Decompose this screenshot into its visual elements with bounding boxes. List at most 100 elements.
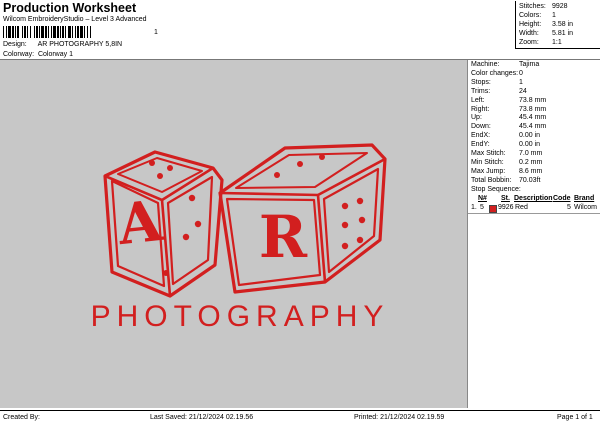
stop-sequence-row: 1. 5 9926 Red 5 Wilcom — [468, 204, 600, 213]
info-label: Machine: — [471, 61, 500, 68]
info-label: Down: — [471, 123, 491, 131]
stat-value: 3.58 in — [552, 21, 574, 28]
design-preview: A R PHOTOGRAPHY — [0, 60, 468, 408]
stats-box: Stitches: 9928 Colors: 1 Height: 3.58 in Wi… — [515, 1, 600, 49]
barcode-bar — [84, 26, 85, 38]
footer: Created By: Last Saved: 21/12/2024 02.19… — [0, 410, 600, 425]
info-row: Trims: 24 — [471, 87, 527, 95]
stop-sequence-title: Stop Sequence: — [471, 186, 521, 193]
info-label: EndY: — [471, 141, 490, 149]
info-value: 73.8 mm — [519, 105, 547, 113]
col-description: Description — [514, 195, 553, 202]
barcode-bar — [17, 26, 19, 38]
colorway-row: Colorway: Colorway 1 — [3, 51, 73, 58]
barcode-bar — [24, 26, 26, 38]
info-value: Tajima — [519, 61, 540, 68]
barcode-bar — [22, 26, 23, 38]
barcode-bar — [15, 26, 16, 38]
barcode-bar — [65, 26, 66, 38]
info-row: Right: 73.8 mm — [471, 105, 546, 113]
barcode-bar — [36, 26, 38, 38]
barcode-bar — [12, 26, 14, 38]
barcode-bar — [60, 26, 61, 38]
barcode-bar — [53, 26, 56, 38]
stat-label: Width: — [519, 30, 539, 37]
barcode-bar — [80, 26, 83, 38]
col-brand: Brand — [574, 195, 595, 202]
worksheet-title: Production Worksheet — [3, 1, 137, 15]
barcode-bar — [72, 26, 73, 38]
info-label: Up: — [471, 114, 482, 122]
barcode-bar — [62, 26, 64, 38]
info-value: 73.8 mm — [519, 96, 547, 104]
info-label: Left: — [471, 96, 485, 104]
info-row: Down: 45.4 mm — [471, 123, 546, 131]
info-value: 0 — [519, 69, 523, 77]
stat-zoom: Zoom: 1:1 — [519, 39, 599, 46]
info-value: 0.00 in — [519, 141, 541, 149]
barcode-bar — [90, 26, 91, 38]
barcode-bar — [30, 26, 31, 38]
row-st: 9926 — [498, 204, 514, 211]
design-label: Design: — [3, 41, 27, 48]
info-row: Total Bobbin: 70.03ft — [471, 177, 540, 184]
stat-value: 5.81 in — [552, 30, 574, 37]
info-value: 24 — [519, 87, 527, 95]
info-value: 0.00 in — [519, 132, 541, 140]
info-label: Max Jump: — [471, 167, 506, 175]
info-label: EndX: — [471, 132, 491, 140]
barcode-bar — [87, 26, 88, 38]
row-n: 5 — [480, 204, 484, 211]
info-row: EndY: 0.00 in — [471, 141, 540, 149]
info-label: Trims: — [471, 87, 491, 95]
col-st: St. — [501, 195, 510, 202]
info-row: EndX: 0.00 in — [471, 132, 540, 140]
row-description: Red — [515, 204, 528, 211]
machine-info-panel: Machine: Tajima Color changes: 0 Stops: 1 Trim… — [468, 60, 600, 408]
barcode-bar — [48, 26, 49, 38]
info-row: Machine: Tajima — [471, 61, 539, 68]
barcode-bar — [34, 26, 35, 38]
software-subtitle: Wilcom EmbroideryStudio – Level 3 Advanc… — [3, 16, 147, 23]
colorway-label: Colorway: — [3, 51, 35, 58]
info-value: 45.4 mm — [519, 123, 547, 131]
info-label: Max Stitch: — [471, 150, 506, 157]
stat-label: Stitches: — [519, 3, 546, 10]
info-value: 70.03ft — [519, 176, 541, 184]
page-number: Page 1 of 1 — [557, 414, 593, 421]
stat-label: Zoom: — [519, 39, 539, 46]
info-value: 8.6 mm — [519, 167, 543, 175]
printed-date: Printed: 21/12/2024 02.19.59 — [354, 414, 445, 421]
thread-color-swatch — [489, 205, 497, 213]
stat-width: Width: 5.81 in — [519, 30, 599, 37]
barcode-bar — [39, 26, 40, 38]
col-n: N# — [478, 195, 487, 202]
info-value: 0.2 mm — [519, 158, 543, 166]
barcode-suffix: 1 — [154, 29, 158, 36]
design-value: AR PHOTOGRAPHY 5,8IN — [37, 41, 123, 48]
info-label: Right: — [471, 105, 490, 113]
info-row: Min Stitch: 0.2 mm — [471, 159, 542, 166]
barcode-bar — [68, 26, 71, 38]
last-saved: Last Saved: 21/12/2024 02.19.56 — [150, 414, 254, 421]
row-brand: Wilcom — [574, 204, 597, 211]
barcode-bar — [77, 26, 79, 38]
info-row: Left: 73.8 mm — [471, 96, 546, 104]
stat-stitches: Stitches: 9928 — [519, 3, 599, 10]
stat-value: 9928 — [552, 3, 568, 10]
barcode-bar — [51, 26, 52, 38]
photography-text: PHOTOGRAPHY — [91, 300, 390, 333]
stop-sequence-divider — [468, 213, 600, 214]
stat-colors: Colors: 1 — [519, 12, 599, 19]
die-letter-a: A — [114, 188, 167, 258]
embroidery-design: A R PHOTOGRAPHY — [91, 143, 390, 333]
barcode-bar — [75, 26, 76, 38]
stop-sequence-header: N# St. Description Code Brand — [468, 195, 600, 204]
stat-label: Colors: — [519, 12, 542, 19]
row-code: 5 — [567, 204, 571, 211]
barcode-bar — [3, 26, 4, 38]
info-row: Color changes: 0 — [471, 69, 523, 77]
barcode-bar — [57, 26, 59, 38]
info-label: Color changes: — [471, 69, 519, 77]
info-row: Max Stitch: 7.0 mm — [471, 150, 542, 157]
